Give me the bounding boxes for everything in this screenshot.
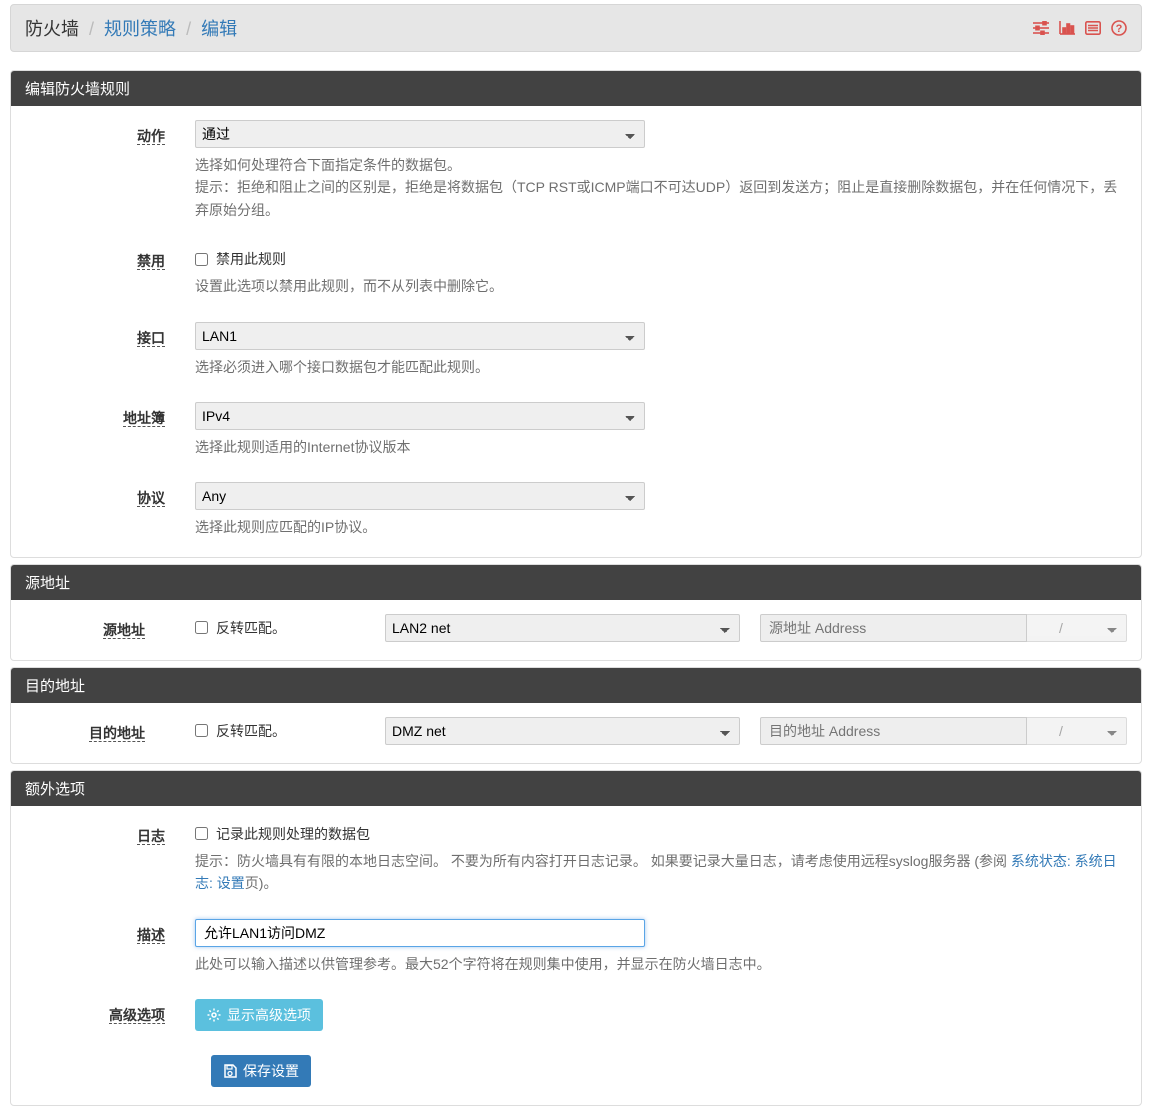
select-proto[interactable]: Any <box>195 482 645 510</box>
label-log: 日志 <box>137 828 165 845</box>
help-desc: 此处可以输入描述以供管理参考。最大52个字符将在规则集中使用，并显示在防火墙日志… <box>195 953 1127 975</box>
label-disable: 禁用 <box>137 253 165 270</box>
checkbox-disable[interactable] <box>195 253 208 266</box>
gear-icon <box>207 1008 221 1022</box>
checkbox-source-invert-label: 反转匹配。 <box>216 618 286 638</box>
label-action: 动作 <box>137 128 165 145</box>
checkbox-disable-label: 禁用此规则 <box>216 249 286 269</box>
help-action: 选择如何处理符合下面指定条件的数据包。 提示：拒绝和阻止之间的区别是，拒绝是将数… <box>195 154 1127 221</box>
checkbox-dest-invert[interactable] <box>195 724 208 737</box>
checkbox-dest-invert-label: 反转匹配。 <box>216 721 286 741</box>
input-dest-address[interactable] <box>760 717 1027 745</box>
chart-icon[interactable] <box>1059 21 1075 35</box>
label-proto: 协议 <box>137 490 165 507</box>
breadcrumb-sep: / <box>181 19 196 39</box>
panel-edit-rule: 编辑防火墙规则 动作 通过 选择如何处理符合下面指定条件的数据包。 提示：拒绝和… <box>10 70 1142 558</box>
help-disable: 设置此选项以禁用此规则，而不从列表中删除它。 <box>195 275 1127 297</box>
label-addrbook: 地址簿 <box>123 410 165 427</box>
panel-title-source: 源地址 <box>11 565 1141 600</box>
checkbox-log-wrap[interactable]: 记录此规则处理的数据包 <box>195 820 1127 844</box>
checkbox-source-invert-wrap[interactable]: 反转匹配。 <box>195 614 365 638</box>
label-adv: 高级选项 <box>109 1007 165 1024</box>
panel-title-dest: 目的地址 <box>11 668 1141 703</box>
panel-source: 源地址 源地址 反转匹配。 LAN2 net / <box>10 564 1142 661</box>
input-description[interactable] <box>195 919 645 947</box>
sliders-icon[interactable] <box>1033 21 1049 35</box>
panel-dest: 目的地址 目的地址 反转匹配。 DMZ net / <box>10 667 1142 764</box>
save-icon <box>223 1064 237 1078</box>
button-show-advanced[interactable]: 显示高级选项 <box>195 999 323 1031</box>
label-dest: 目的地址 <box>89 725 145 742</box>
panel-extra: 额外选项 日志 记录此规则处理的数据包 提示：防火墙具有有限的本地日志空间。 不… <box>10 770 1142 1106</box>
checkbox-log-label: 记录此规则处理的数据包 <box>216 824 370 844</box>
help-addrbook: 选择此规则适用的Internet协议版本 <box>195 436 1127 458</box>
list-icon[interactable] <box>1085 21 1101 35</box>
label-source: 源地址 <box>103 622 145 639</box>
breadcrumb: 防火墙 / 规则策略 / 编辑 <box>25 15 237 41</box>
select-source-net[interactable]: LAN2 net <box>385 614 740 642</box>
page-header: 防火墙 / 规则策略 / 编辑 ? <box>10 4 1142 52</box>
checkbox-log[interactable] <box>195 827 208 840</box>
checkbox-dest-invert-wrap[interactable]: 反转匹配。 <box>195 717 365 741</box>
select-source-mask[interactable]: / <box>1027 614 1127 642</box>
header-actions: ? <box>1033 20 1127 36</box>
help-proto: 选择此规则应匹配的IP协议。 <box>195 516 1127 538</box>
breadcrumb-firewall[interactable]: 防火墙 <box>25 19 79 39</box>
checkbox-source-invert[interactable] <box>195 621 208 634</box>
label-desc: 描述 <box>137 927 165 944</box>
select-interface[interactable]: LAN1 <box>195 322 645 350</box>
svg-text:?: ? <box>1116 23 1123 35</box>
button-save[interactable]: 保存设置 <box>211 1055 311 1087</box>
panel-title-edit: 编辑防火墙规则 <box>11 71 1141 106</box>
select-addrbook[interactable]: IPv4 <box>195 402 645 430</box>
help-log: 提示：防火墙具有有限的本地日志空间。 不要为所有内容打开日志记录。 如果要记录大… <box>195 850 1127 895</box>
breadcrumb-rules[interactable]: 规则策略 <box>104 19 176 39</box>
breadcrumb-edit[interactable]: 编辑 <box>201 19 237 39</box>
checkbox-disable-wrap[interactable]: 禁用此规则 <box>195 245 1127 269</box>
label-interface: 接口 <box>137 330 165 347</box>
input-source-address[interactable] <box>760 614 1027 642</box>
select-dest-net[interactable]: DMZ net <box>385 717 740 745</box>
help-interface: 选择必须进入哪个接口数据包才能匹配此规则。 <box>195 356 1127 378</box>
help-icon[interactable]: ? <box>1111 20 1127 36</box>
panel-title-extra: 额外选项 <box>11 771 1141 806</box>
select-dest-mask[interactable]: / <box>1027 717 1127 745</box>
select-action[interactable]: 通过 <box>195 120 645 148</box>
breadcrumb-sep: / <box>84 19 99 39</box>
